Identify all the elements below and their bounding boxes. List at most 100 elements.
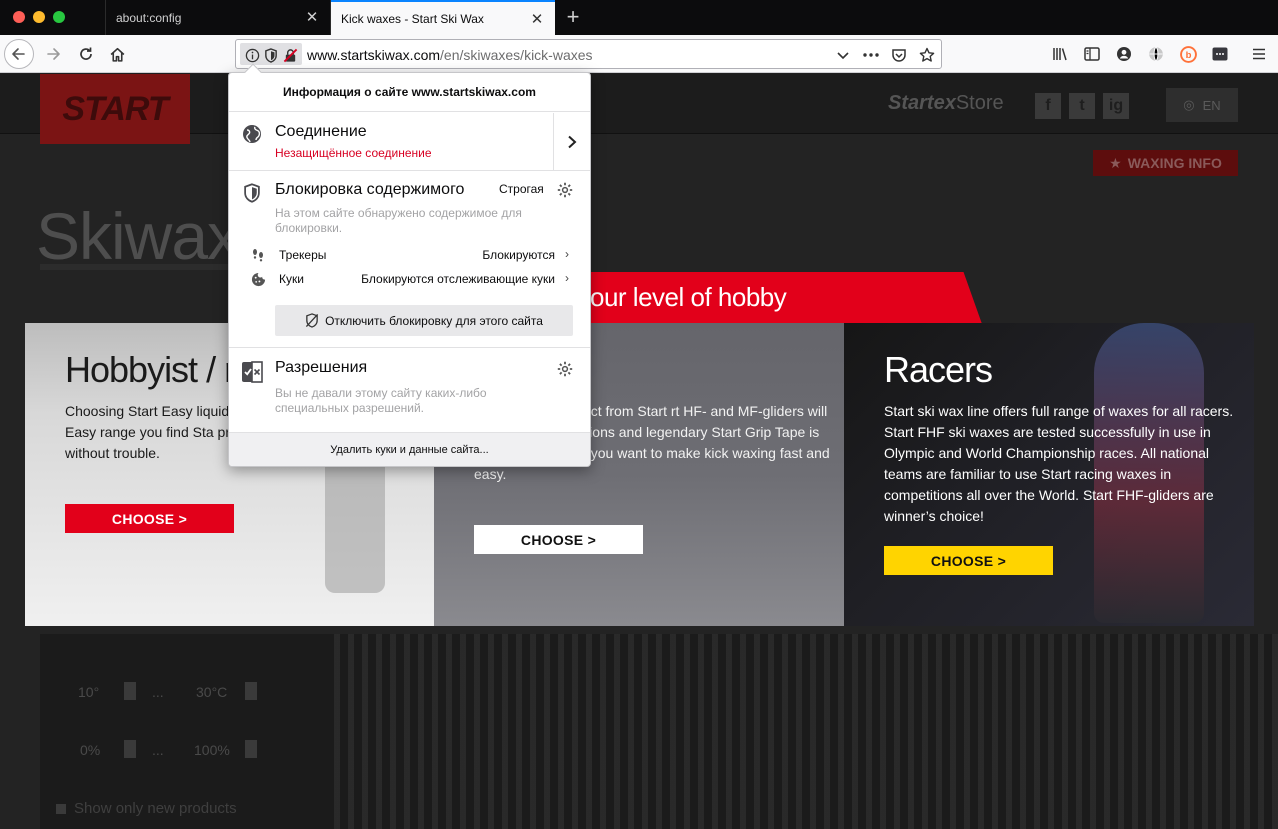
orange-b-icon: b <box>1179 45 1197 63</box>
footprints-icon <box>249 246 267 264</box>
reload-button[interactable] <box>71 39 101 69</box>
chevron-right-icon <box>568 135 577 148</box>
tracking-shield-icon[interactable] <box>262 46 280 64</box>
disable-blocking-button[interactable]: Отключить блокировку для этого сайта <box>275 305 573 336</box>
startex-store-link[interactable]: StartexStore <box>888 92 1004 115</box>
insecure-lock-icon[interactable] <box>281 46 299 64</box>
chevron-right-icon: › <box>565 247 569 261</box>
tab-title: Kick waxes - Start Ski Wax <box>341 11 484 26</box>
url-text[interactable]: www.startskiwax.com/en/skiwaxes/kick-wax… <box>307 47 593 63</box>
url-bar[interactable]: www.startskiwax.com/en/skiwaxes/kick-wax… <box>235 39 942 69</box>
connection-status: Незащищённое соединение <box>275 146 432 160</box>
language-selector[interactable]: ◎ EN <box>1166 88 1238 122</box>
show-new-products-checkbox[interactable]: Show only new products <box>56 800 237 817</box>
extension-b-button[interactable]: b <box>1174 39 1202 69</box>
window-zoom-button[interactable] <box>53 11 65 23</box>
facebook-icon[interactable]: f <box>1035 93 1061 119</box>
bookmark-star-icon[interactable] <box>918 46 936 64</box>
waxing-info-label: WAXING INFO <box>1127 155 1222 171</box>
back-button[interactable] <box>4 39 34 69</box>
disable-blocking-label: Отключить блокировку для этого сайта <box>325 313 543 328</box>
close-icon[interactable]: ✕ <box>529 11 545 28</box>
home-button[interactable] <box>102 39 132 69</box>
tab-kick-waxes[interactable]: Kick waxes - Start Ski Wax ✕ <box>331 0 555 35</box>
globe-icon: ◎ <box>1183 97 1195 112</box>
clear-cookies-button[interactable]: Удалить куки и данные сайта... <box>229 432 590 466</box>
humidity-to-stepper[interactable] <box>245 740 257 758</box>
window-close-button[interactable] <box>13 11 25 23</box>
star-icon: ★ <box>1109 154 1122 171</box>
trackers-label: Трекеры <box>279 248 327 262</box>
site-logo[interactable]: START <box>40 74 190 144</box>
cookie-icon <box>249 270 267 288</box>
home-icon <box>110 47 124 62</box>
svg-text:b: b <box>1185 50 1191 61</box>
twitter-icon[interactable]: t <box>1069 93 1095 119</box>
chevron-down-icon[interactable] <box>834 46 852 64</box>
sidebar-icon <box>1084 47 1100 61</box>
card-text: Start ski wax line offers full range of … <box>884 403 1234 524</box>
shield-icon <box>241 182 263 204</box>
tab-title: about:config <box>116 10 182 25</box>
page-actions-icon[interactable] <box>862 46 880 64</box>
content-blocking-description: На этом сайте обнаружено содержимое для … <box>275 206 522 235</box>
connection-section[interactable]: Соединение Незащищённое соединение <box>229 113 590 171</box>
permissions-icon <box>241 361 263 383</box>
terminal-icon <box>1212 47 1228 61</box>
connection-details-button[interactable] <box>553 113 590 170</box>
instagram-icon[interactable]: ig <box>1103 93 1129 119</box>
blocking-mode: Строгая <box>499 182 544 196</box>
globe-icon <box>241 123 263 145</box>
tab-about-config[interactable]: about:config ✕ <box>105 0 331 35</box>
temp-from-stepper[interactable] <box>124 682 136 700</box>
menu-button[interactable] <box>1245 39 1273 69</box>
humidity-from-value: 0% <box>80 742 101 758</box>
card-title: Hobbyist / r <box>65 349 236 390</box>
choose-button[interactable]: CHOOSE > <box>65 504 234 533</box>
hamburger-icon <box>1253 48 1265 60</box>
account-button[interactable] <box>1110 39 1138 69</box>
cookies-row[interactable]: Куки Блокируются отслеживающие куки › <box>249 268 569 290</box>
waxing-info-button[interactable]: ★ WAXING INFO <box>1093 150 1238 176</box>
logo-text: START <box>62 89 168 128</box>
trackers-value: Блокируются <box>482 248 555 262</box>
humidity-from-stepper[interactable] <box>124 740 136 758</box>
startex-brand: Startex <box>888 92 956 114</box>
show-new-label: Show only new products <box>74 800 237 817</box>
permissions-section: Разрешения Вы не давали этому сайту каки… <box>229 349 590 432</box>
url-path: /en/skiwaxes/kick-waxes <box>440 47 593 63</box>
sidebar-button[interactable] <box>1078 39 1106 69</box>
range-separator: ... <box>152 684 164 700</box>
checkbox-box[interactable] <box>56 803 66 814</box>
gear-icon[interactable] <box>554 358 576 380</box>
reload-icon <box>80 47 92 60</box>
content-blocking-title: Блокировка содержимого <box>275 181 465 198</box>
window-minimize-button[interactable] <box>33 11 45 23</box>
ski-track-image <box>334 634 1278 829</box>
gear-icon[interactable] <box>554 179 576 201</box>
startex-store: Store <box>955 92 1004 114</box>
pocket-icon[interactable] <box>890 46 908 64</box>
card-title: Racers <box>884 349 993 390</box>
range-separator: ... <box>152 742 164 758</box>
close-icon[interactable]: ✕ <box>304 9 320 26</box>
trackers-row[interactable]: Трекеры Блокируются › <box>249 244 569 266</box>
permissions-title: Разрешения <box>275 359 368 376</box>
content-blocking-section: Блокировка содержимого Строгая На этом с… <box>229 172 590 348</box>
tab-strip: about:config ✕ Kick waxes - Start Ski Wa… <box>0 0 1278 35</box>
choose-button[interactable]: CHOOSE > <box>884 546 1053 575</box>
site-header: START StartexStore f t ig ◎ EN <box>0 74 1278 144</box>
info-icon[interactable] <box>243 46 261 64</box>
arrow-left-icon <box>12 48 25 60</box>
new-tab-button[interactable]: + <box>560 4 586 30</box>
chevron-right-icon: › <box>565 271 569 285</box>
temp-from-value: 10° <box>78 684 100 700</box>
forward-button[interactable] <box>38 39 68 69</box>
choose-button[interactable]: CHOOSE > <box>474 525 643 554</box>
extension-dark-button[interactable] <box>1206 39 1234 69</box>
globe-extension-button[interactable] <box>1142 39 1170 69</box>
library-button[interactable] <box>1046 39 1074 69</box>
temp-to-stepper[interactable] <box>245 682 257 700</box>
temp-to-value: 30°C <box>196 684 228 700</box>
globe-icon <box>1149 46 1163 62</box>
